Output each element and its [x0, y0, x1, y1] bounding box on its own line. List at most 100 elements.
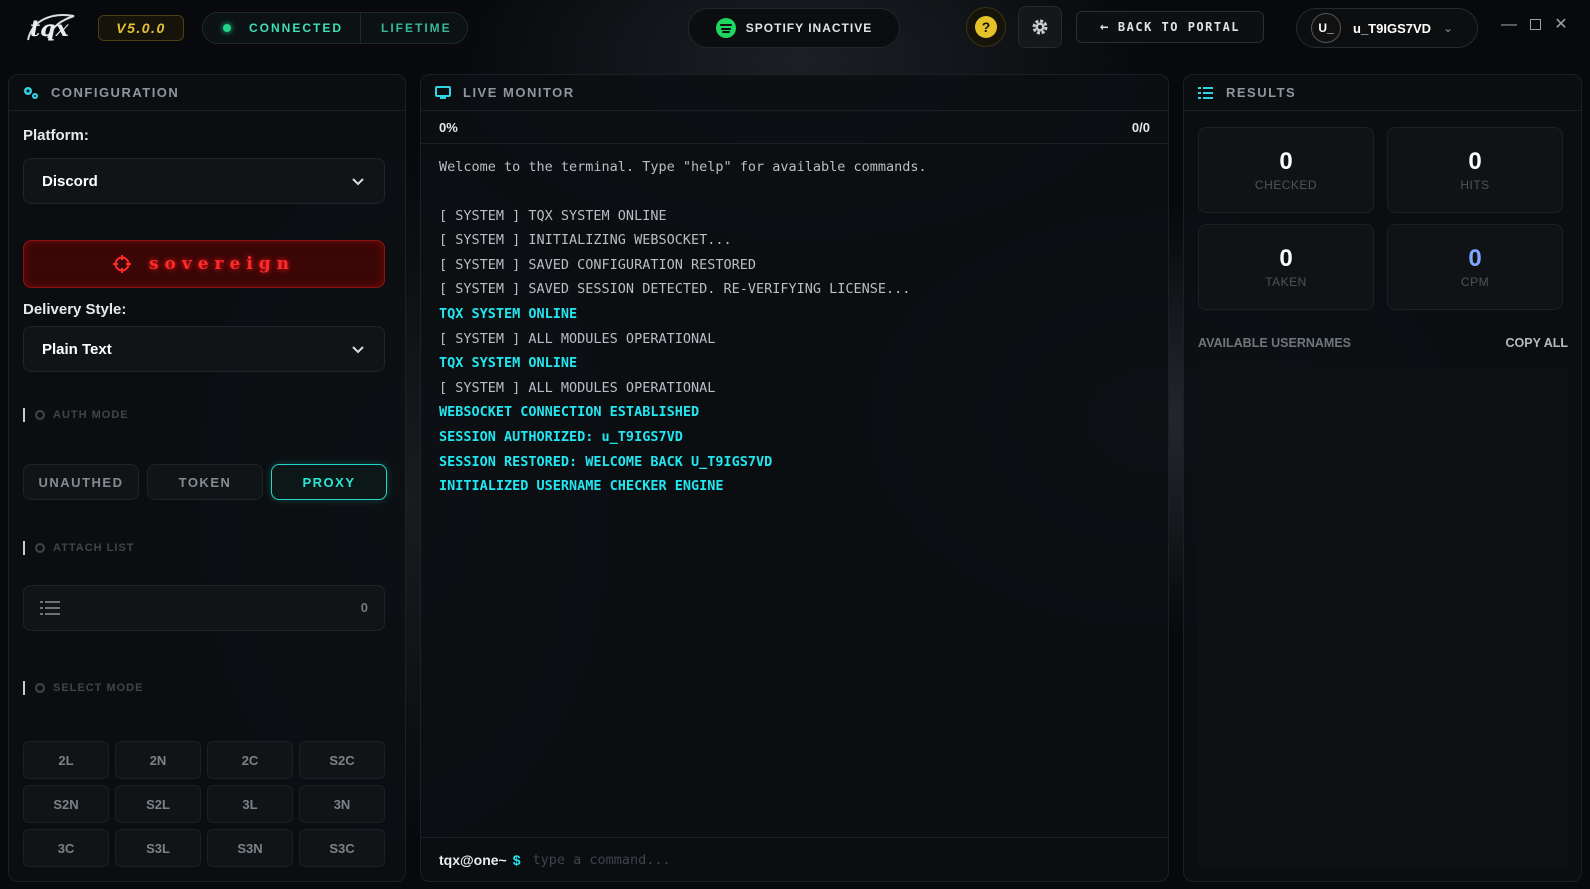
- close-icon[interactable]: ✕: [1550, 14, 1572, 36]
- select-mode-text: SELECT MODE: [53, 682, 144, 694]
- checked-label: CHECKED: [1254, 178, 1318, 192]
- available-usernames-title: AVAILABLE USERNAMES: [1198, 336, 1352, 350]
- terminal-line: TQX SYSTEM ONLINE: [439, 355, 578, 372]
- cpm-count: 0: [1468, 245, 1482, 272]
- live-monitor-header: LIVE MONITOR: [421, 75, 1168, 111]
- mode-s3l-button[interactable]: S3L: [115, 829, 201, 867]
- gear-icon: [1032, 19, 1048, 35]
- command-input[interactable]: [532, 851, 1093, 868]
- list-icon: [40, 601, 60, 615]
- back-to-portal-label: BACK TO PORTAL: [1117, 20, 1241, 34]
- mode-3n-button[interactable]: 3N: [299, 785, 385, 823]
- mode-2n-button[interactable]: 2N: [115, 741, 201, 779]
- checked-count: 0: [1279, 148, 1293, 175]
- terminal-line: WEBSOCKET CONNECTION ESTABLISHED: [439, 404, 700, 421]
- mode-s2c-button[interactable]: S2C: [299, 741, 385, 779]
- avatar: U_: [1311, 13, 1341, 43]
- top-bar: tqx V5.0.0 CONNECTED LIFETIME SPOTIFY IN…: [0, 0, 1590, 62]
- platform-label: Platform:: [23, 127, 89, 144]
- live-monitor-title: LIVE MONITOR: [463, 85, 575, 100]
- sovereign-label: sovereign: [148, 254, 296, 274]
- available-usernames-list: [1198, 367, 1568, 867]
- chevron-down-icon: [352, 178, 364, 186]
- platform-select[interactable]: Discord: [23, 158, 385, 204]
- configuration-header: CONFIGURATION: [9, 75, 405, 111]
- attach-list-count: 0: [360, 600, 368, 615]
- minimize-icon[interactable]: —: [1498, 14, 1520, 36]
- back-to-portal-button[interactable]: ← BACK TO PORTAL: [1076, 11, 1264, 43]
- auth-mode-text: AUTH MODE: [53, 409, 129, 421]
- terminal-line: Welcome to the terminal. Type "help" for…: [439, 159, 927, 175]
- delivery-style-label: Delivery Style:: [23, 301, 127, 318]
- monitor-icon: [435, 85, 451, 99]
- command-bar: tqx@one~ $: [421, 837, 1168, 881]
- question-icon: ?: [975, 16, 997, 38]
- sovereign-theme-button[interactable]: sovereign: [23, 240, 385, 288]
- shield-icon: [35, 410, 45, 420]
- username: u_T9IGS7VD: [1353, 20, 1432, 36]
- mode-s3n-button[interactable]: S3N: [207, 829, 293, 867]
- chevron-down-icon: [352, 346, 364, 354]
- auth-unauthed-button[interactable]: UNAUTHED: [23, 464, 139, 500]
- mode-2l-button[interactable]: 2L: [23, 741, 109, 779]
- stat-taken: 0 TAKEN: [1198, 224, 1374, 310]
- delivery-style-select[interactable]: Plain Text: [23, 326, 385, 372]
- taken-count: 0: [1279, 245, 1293, 272]
- platform-value: Discord: [42, 172, 98, 190]
- results-title: RESULTS: [1226, 85, 1297, 100]
- terminal-line: [ SYSTEM ] INITIALIZING WEBSOCKET...: [439, 232, 732, 249]
- mode-3l-button[interactable]: 3L: [207, 785, 293, 823]
- select-mode-label: SELECT MODE: [23, 681, 143, 695]
- terminal-line: SESSION RESTORED: WELCOME BACK U_T9IGS7V…: [439, 453, 773, 470]
- user-menu[interactable]: U_ u_T9IGS7VD ⌄: [1296, 8, 1478, 48]
- maximize-icon[interactable]: [1524, 14, 1546, 36]
- copy-all-button[interactable]: COPY ALL: [1505, 336, 1568, 350]
- terminal-line: [ SYSTEM ] SAVED SESSION DETECTED. RE-VE…: [439, 281, 911, 298]
- logo-text: tqx: [30, 16, 70, 42]
- attach-list-dropzone[interactable]: 0: [23, 585, 385, 631]
- mode-s2l-button[interactable]: S2L: [115, 785, 201, 823]
- help-button[interactable]: ?: [966, 7, 1006, 47]
- terminal-line: [ SYSTEM ] ALL MODULES OPERATIONAL: [439, 330, 716, 347]
- terminal-line: INITIALIZED USERNAME CHECKER ENGINE: [439, 478, 724, 495]
- attach-list-text: ATTACH LIST: [53, 542, 135, 554]
- mode-s3c-button[interactable]: S3C: [299, 829, 385, 867]
- taken-label: TAKEN: [1265, 275, 1307, 289]
- auth-mode-group: UNAUTHED TOKEN PROXY: [23, 464, 387, 500]
- terminal-line: [ SYSTEM ] TQX SYSTEM ONLINE: [439, 207, 667, 224]
- hits-label: HITS: [1460, 178, 1490, 192]
- stat-cpm: 0 CPM: [1387, 224, 1563, 310]
- cpm-label: CPM: [1460, 275, 1490, 289]
- connection-status: CONNECTED LIFETIME: [202, 12, 468, 44]
- tqx-logo: tqx: [27, 14, 75, 42]
- terminal-line: [ SYSTEM ] ALL MODULES OPERATIONAL: [439, 379, 716, 396]
- chevron-down-icon: ⌄: [1443, 21, 1454, 35]
- gears-icon: [24, 86, 38, 99]
- checklist-icon: [1198, 86, 1213, 99]
- configuration-title: CONFIGURATION: [51, 85, 180, 100]
- results-header: RESULTS: [1184, 75, 1581, 111]
- progress-percent: 0%: [439, 120, 458, 135]
- spotify-status-button[interactable]: SPOTIFY INACTIVE: [688, 8, 900, 48]
- settings-button[interactable]: [1018, 6, 1062, 48]
- circle-icon: [35, 683, 45, 693]
- license-type: LIFETIME: [381, 21, 452, 35]
- mode-2c-button[interactable]: 2C: [207, 741, 293, 779]
- terminal-output: Welcome to the terminal. Type "help" for…: [439, 155, 927, 499]
- attach-list-label: ATTACH LIST: [23, 541, 134, 555]
- prompt-host: tqx@one~: [439, 851, 507, 868]
- auth-token-button[interactable]: TOKEN: [147, 464, 263, 500]
- live-monitor-panel: LIVE MONITOR 0% 0/0 Welcome to the termi…: [420, 74, 1169, 882]
- mode-3c-button[interactable]: 3C: [23, 829, 109, 867]
- progress-bar: 0% 0/0: [421, 112, 1168, 144]
- prompt-symbol: $: [512, 851, 521, 868]
- progress-counter: 0/0: [1131, 120, 1150, 135]
- spotify-icon: [715, 18, 736, 38]
- auth-proxy-button[interactable]: PROXY: [271, 464, 387, 500]
- configuration-panel: CONFIGURATION Platform: Discord sovereig…: [8, 74, 406, 882]
- mode-s2n-button[interactable]: S2N: [23, 785, 109, 823]
- stat-hits: 0 HITS: [1387, 127, 1563, 213]
- stat-checked: 0 CHECKED: [1198, 127, 1374, 213]
- auth-mode-label: AUTH MODE: [23, 408, 129, 422]
